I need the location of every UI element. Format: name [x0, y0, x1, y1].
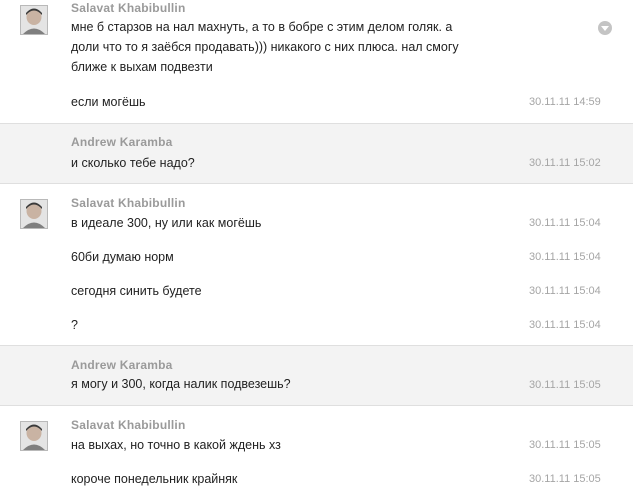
message-timestamp: 30.11.11 14:59: [529, 96, 601, 108]
message-group: Andrew Karamba я могу и 300, когда налик…: [0, 345, 633, 405]
message-group: Salavat Khabibullin в идеале 300, ну или…: [0, 183, 633, 345]
user-photo-icon: [21, 200, 47, 228]
message-timestamp: 30.11.11 15:04: [529, 217, 601, 229]
message-author[interactable]: Salavat Khabibullin: [71, 418, 186, 432]
avatar[interactable]: [20, 421, 48, 451]
user-photo-icon: [21, 6, 47, 34]
message-group: Salavat Khabibullin мне б старзов на нал…: [0, 0, 633, 123]
message-timestamp: 30.11.11 15:05: [529, 473, 601, 485]
message-timestamp: 30.11.11 15:02: [529, 157, 601, 169]
message-timestamp: 30.11.11 15:05: [529, 379, 601, 391]
avatar[interactable]: [20, 5, 48, 35]
message-text: в идеале 300, ну или как могёшь: [71, 216, 262, 230]
message-timestamp: 30.11.11 15:04: [529, 251, 601, 263]
message-group: Andrew Karamba и сколько тебе надо? 30.1…: [0, 123, 633, 183]
message-text: ?: [71, 318, 78, 332]
message-text: мне б старзов на нал махнуть, а то в боб…: [71, 20, 459, 74]
message-author[interactable]: Andrew Karamba: [71, 135, 173, 149]
message-author[interactable]: Salavat Khabibullin: [71, 1, 186, 15]
message-timestamp: 30.11.11 15:04: [529, 319, 601, 331]
message-text: короче понедельник крайняк: [71, 472, 238, 486]
message-group: Salavat Khabibullin на выхах, но точно в…: [0, 405, 633, 499]
message-timestamp: 30.11.11 15:05: [529, 439, 601, 451]
message-text: я могу и 300, когда налик подвезешь?: [71, 377, 291, 391]
message-text: на выхах, но точно в какой ждень хз: [71, 438, 281, 452]
message-text: 60би думаю норм: [71, 250, 174, 264]
chevron-down-icon[interactable]: [598, 21, 612, 35]
message-author[interactable]: Salavat Khabibullin: [71, 196, 186, 210]
message-author[interactable]: Andrew Karamba: [71, 358, 173, 372]
message-thread: Salavat Khabibullin мне б старзов на нал…: [0, 0, 633, 499]
message-text: и сколько тебе надо?: [71, 156, 195, 170]
message-text: сегодня синить будете: [71, 284, 202, 298]
message-text: если могёшь: [71, 95, 146, 109]
message-timestamp: 30.11.11 15:04: [529, 285, 601, 297]
avatar[interactable]: [20, 199, 48, 229]
user-photo-icon: [21, 422, 47, 450]
